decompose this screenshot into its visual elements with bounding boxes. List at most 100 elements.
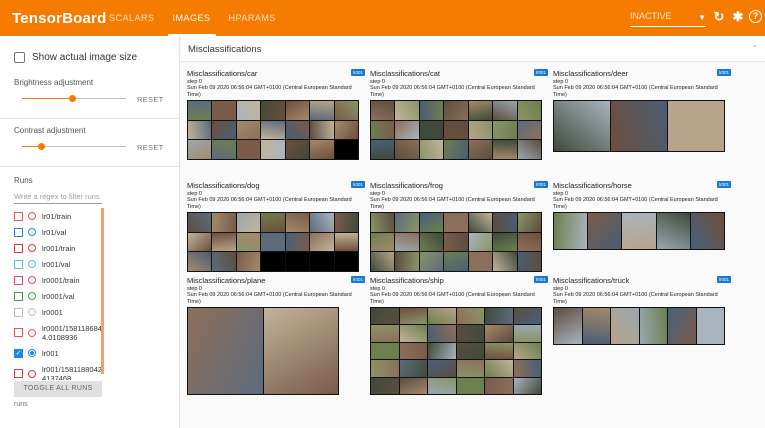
run-radio-icon[interactable] xyxy=(28,244,36,252)
image-thumbnail xyxy=(371,325,399,342)
run-filter-input[interactable]: Write a regex to filter runs xyxy=(14,190,102,204)
run-radio-icon[interactable] xyxy=(28,212,36,220)
card-title: Misclassifications/plane xyxy=(187,276,266,285)
help-icon[interactable]: ? xyxy=(749,10,762,23)
image-grid[interactable] xyxy=(370,212,542,272)
image-grid[interactable] xyxy=(187,100,359,160)
run-badge: lr001 xyxy=(716,69,731,76)
checkbox-icon[interactable] xyxy=(14,275,23,285)
show-actual-size-checkbox[interactable]: Show actual image size xyxy=(14,52,137,63)
checkbox-icon[interactable] xyxy=(14,369,23,378)
checkbox-icon[interactable] xyxy=(14,307,23,317)
checkbox-icon[interactable] xyxy=(14,211,23,221)
toggle-all-runs-button[interactable]: TOGGLE ALL RUNS xyxy=(14,381,102,397)
image-thumbnail xyxy=(493,101,517,120)
image-thumbnail xyxy=(285,101,310,120)
run-label: lr0001 xyxy=(42,307,63,317)
run-label: lr01/train xyxy=(42,211,72,221)
image-grid[interactable] xyxy=(553,212,725,250)
image-thumbnail xyxy=(212,232,236,252)
run-badge: lr001 xyxy=(350,69,365,76)
run-radio-icon[interactable] xyxy=(28,349,36,357)
checkbox-icon[interactable] xyxy=(14,243,23,253)
image-grid[interactable] xyxy=(187,212,359,272)
image-thumbnail xyxy=(468,101,493,120)
brightness-reset-button[interactable]: RESET xyxy=(137,95,164,104)
run-item[interactable]: lr001/train xyxy=(14,240,104,256)
image-thumbnail xyxy=(517,232,541,252)
runs-title: Runs xyxy=(14,176,33,185)
checkbox-icon[interactable] xyxy=(14,291,23,301)
image-thumbnail xyxy=(554,213,588,249)
image-thumbnail xyxy=(513,342,541,360)
image-thumbnail xyxy=(456,308,484,325)
tab-images[interactable]: IMAGES xyxy=(164,0,220,36)
image-thumbnail xyxy=(513,360,541,377)
contrast-label: Contrast adjustment xyxy=(14,126,86,135)
image-thumbnail xyxy=(395,120,419,140)
checkbox-icon[interactable] xyxy=(14,328,23,337)
run-radio-icon[interactable] xyxy=(28,292,36,300)
run-radio-icon[interactable] xyxy=(28,260,36,268)
image-grid[interactable] xyxy=(370,100,542,160)
runs-scrollbar[interactable] xyxy=(101,208,104,374)
run-label: lr0001/val xyxy=(42,291,75,301)
image-thumbnail xyxy=(428,360,456,377)
run-radio-icon[interactable] xyxy=(28,328,36,337)
brightness-slider-track[interactable] xyxy=(72,98,126,99)
image-thumbnail xyxy=(263,308,338,394)
image-thumbnail xyxy=(212,252,236,271)
image-thumbnail xyxy=(485,360,513,377)
brightness-slider-thumb[interactable] xyxy=(69,95,76,102)
run-item[interactable]: lr01/val xyxy=(14,224,104,240)
image-grid[interactable] xyxy=(370,307,542,395)
image-thumbnail xyxy=(261,232,285,252)
image-thumbnail xyxy=(236,120,261,140)
image-thumbnail xyxy=(399,360,427,377)
run-radio-icon[interactable] xyxy=(28,308,36,316)
image-thumbnail xyxy=(444,140,468,159)
section-header[interactable]: Misclassifications ⌃ xyxy=(181,36,765,62)
contrast-slider-thumb[interactable] xyxy=(38,143,45,150)
run-item[interactable]: lr0001/158118684 4.0108936 xyxy=(14,320,104,345)
card-title: Misclassifications/deer xyxy=(553,69,629,78)
contrast-reset-button[interactable]: RESET xyxy=(137,143,164,152)
checkbox-icon[interactable] xyxy=(14,227,23,237)
run-item[interactable]: lr001/1581188042. 4137468 xyxy=(14,361,104,380)
settings-icon[interactable]: ✱ xyxy=(731,10,745,24)
run-item[interactable]: lr0001/val xyxy=(14,288,104,304)
run-item[interactable]: lr01/train xyxy=(14,208,104,224)
checkbox-icon[interactable] xyxy=(14,259,23,269)
image-grid[interactable] xyxy=(187,307,339,395)
run-radio-icon[interactable] xyxy=(28,276,36,284)
image-thumbnail xyxy=(310,252,334,271)
run-item[interactable]: ✓ lr001 xyxy=(14,345,104,361)
image-grid[interactable] xyxy=(553,100,725,152)
checkbox-checked-icon[interactable]: ✓ xyxy=(14,348,23,358)
run-item[interactable]: lr001/val xyxy=(14,256,104,272)
run-badge: lr001 xyxy=(716,181,731,188)
image-card: Misclassifications/deer lr001 step 0 Sun Fe… xyxy=(553,69,731,152)
run-item[interactable]: lr0001 xyxy=(14,304,104,320)
status-dropdown[interactable]: INACTIVE ▼ xyxy=(630,11,706,27)
tab-scalars[interactable]: SCALARS xyxy=(100,0,164,36)
image-thumbnail xyxy=(371,308,399,325)
image-thumbnail xyxy=(285,120,310,140)
image-thumbnail xyxy=(493,252,517,271)
image-thumbnail xyxy=(371,377,399,394)
run-item[interactable]: lr0001/train xyxy=(14,272,104,288)
collapse-icon[interactable]: ⌃ xyxy=(751,44,758,53)
run-radio-icon[interactable] xyxy=(28,228,36,236)
image-thumbnail xyxy=(395,232,419,252)
image-thumbnail xyxy=(236,140,261,159)
image-thumbnail xyxy=(334,140,358,159)
tab-hparams[interactable]: HPARAMS xyxy=(220,0,285,36)
run-radio-icon[interactable] xyxy=(28,369,36,378)
image-thumbnail xyxy=(419,213,444,232)
image-grid[interactable] xyxy=(553,307,725,345)
image-thumbnail xyxy=(428,377,456,394)
contrast-slider-track[interactable] xyxy=(41,146,126,147)
refresh-icon[interactable]: ↻ xyxy=(712,10,726,24)
checkbox-box[interactable] xyxy=(14,52,25,63)
image-thumbnail xyxy=(334,120,358,140)
